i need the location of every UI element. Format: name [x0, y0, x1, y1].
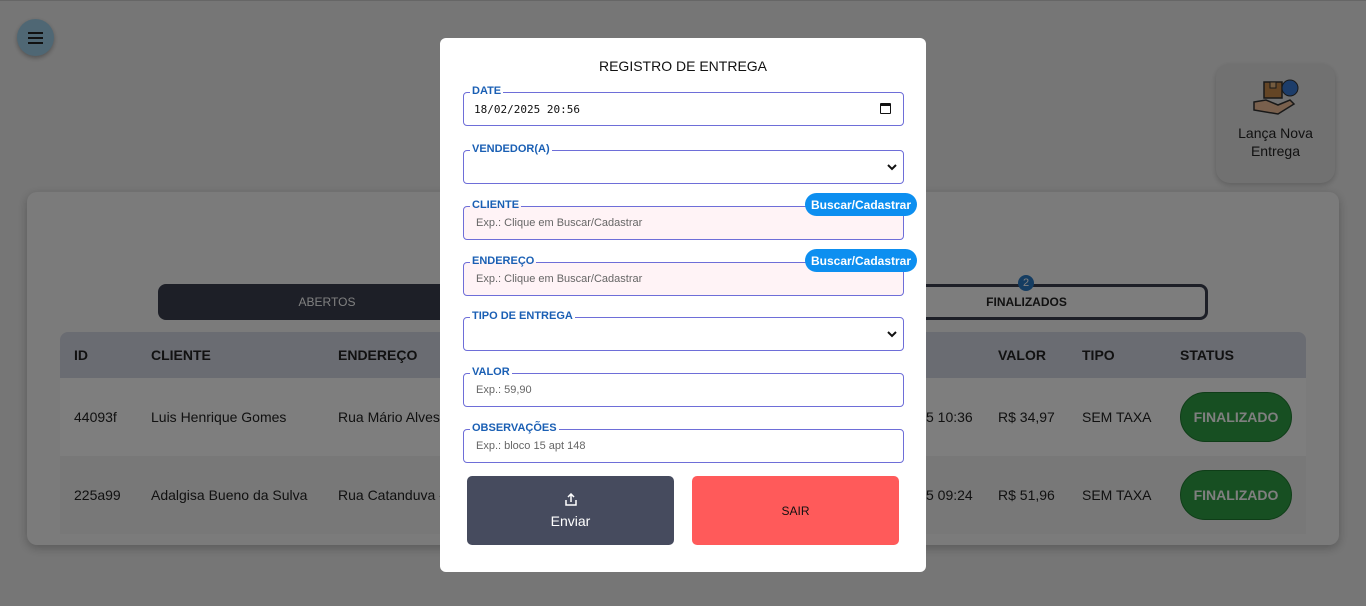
- endereco-label: ENDEREÇO: [470, 254, 537, 268]
- endereco-field[interactable]: ENDEREÇO Exp.: Clique em Buscar/Cadastra…: [463, 249, 917, 296]
- chevron-down-icon: [887, 331, 897, 338]
- delivery-register-modal: REGISTRO DE ENTREGA DATE 18/02/2025 20:5…: [440, 38, 926, 572]
- cliente-placeholder: Exp.: Clique em Buscar/Cadastrar: [476, 217, 643, 229]
- send-label: Enviar: [550, 512, 591, 529]
- cliente-search-button[interactable]: Buscar/Cadastrar: [805, 193, 917, 216]
- date-value: 18/02/2025 20:56: [474, 103, 580, 116]
- cliente-field[interactable]: CLIENTE Exp.: Clique em Buscar/Cadastrar…: [463, 193, 917, 240]
- date-label: DATE: [470, 84, 504, 98]
- valor-input[interactable]: VALOR Exp.: 59,90: [463, 365, 904, 407]
- chevron-down-icon: [887, 164, 897, 171]
- valor-placeholder: Exp.: 59,90: [476, 384, 532, 396]
- tipo-entrega-label: TIPO DE ENTREGA: [470, 309, 575, 323]
- valor-label: VALOR: [470, 365, 512, 379]
- share-upload-icon: [564, 492, 577, 506]
- send-button[interactable]: Enviar: [467, 476, 674, 545]
- endereco-placeholder: Exp.: Clique em Buscar/Cadastrar: [476, 273, 643, 285]
- tipo-entrega-select[interactable]: TIPO DE ENTREGA: [463, 309, 904, 351]
- date-field[interactable]: DATE 18/02/2025 20:56: [463, 84, 904, 126]
- cliente-label: CLIENTE: [470, 198, 522, 212]
- exit-button[interactable]: SAIR: [692, 476, 899, 545]
- vendedor-select[interactable]: VENDEDOR(A): [463, 142, 904, 184]
- endereco-search-button[interactable]: Buscar/Cadastrar: [805, 249, 917, 272]
- vendedor-label: VENDEDOR(A): [470, 142, 552, 156]
- modal-title: REGISTRO DE ENTREGA: [598, 58, 768, 74]
- calendar-icon[interactable]: [880, 103, 891, 114]
- observacoes-label: OBSERVAÇÕES: [470, 421, 559, 435]
- observacoes-placeholder: Exp.: bloco 15 apt 148: [476, 440, 586, 452]
- observacoes-input[interactable]: OBSERVAÇÕES Exp.: bloco 15 apt 148: [463, 421, 904, 463]
